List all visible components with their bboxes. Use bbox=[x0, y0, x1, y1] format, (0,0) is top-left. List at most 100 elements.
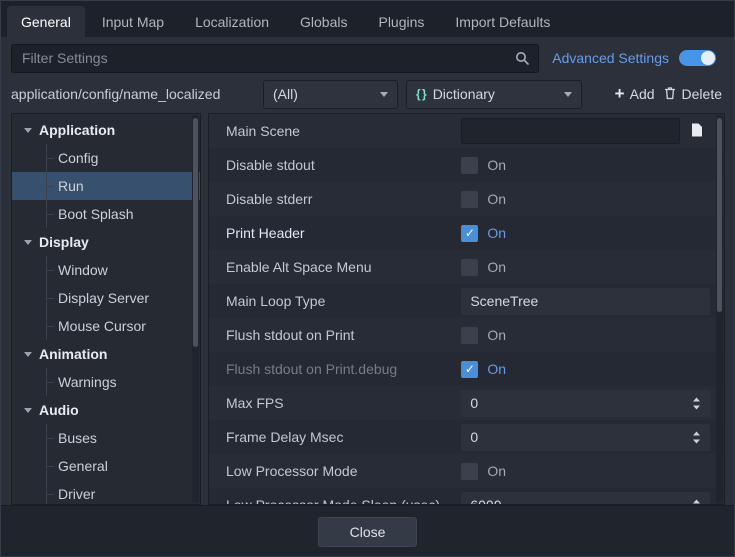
text-field[interactable]: SceneTree bbox=[461, 288, 710, 315]
number-field[interactable]: 0 bbox=[461, 424, 710, 451]
checkbox[interactable] bbox=[461, 327, 478, 344]
tree-item-general[interactable]: General bbox=[12, 452, 200, 480]
advanced-settings-label: Advanced Settings bbox=[552, 50, 669, 66]
tree-item-display-server[interactable]: Display Server bbox=[12, 284, 200, 312]
tree-item-animation[interactable]: Animation bbox=[12, 340, 200, 368]
file-icon bbox=[691, 123, 703, 140]
spinner-updown-icon[interactable] bbox=[692, 431, 701, 444]
on-label[interactable]: On bbox=[487, 327, 506, 343]
chevron-expanded-icon[interactable] bbox=[24, 240, 32, 245]
setting-value: On bbox=[461, 225, 724, 242]
checkbox[interactable] bbox=[461, 225, 478, 242]
tree-item-label: Display Server bbox=[58, 290, 149, 306]
setting-row-disable-stdout: Disable stdoutOn bbox=[209, 148, 724, 182]
tree-item-application[interactable]: Application bbox=[12, 116, 200, 144]
type-value: Dictionary bbox=[433, 86, 557, 102]
tree-item-label: Config bbox=[58, 150, 98, 166]
tab-globals[interactable]: Globals bbox=[286, 6, 361, 37]
settings-panel: Main SceneDisable stdoutOnDisable stderr… bbox=[208, 113, 725, 505]
tree-item-label: Audio bbox=[39, 402, 79, 418]
filter-settings-input[interactable] bbox=[12, 50, 515, 66]
setting-label: Main Loop Type bbox=[209, 293, 461, 309]
settings-scrollbar[interactable] bbox=[716, 115, 723, 503]
spinner-updown-icon[interactable] bbox=[692, 499, 701, 506]
close-button[interactable]: Close bbox=[318, 517, 418, 547]
tree-scrollbar-thumb[interactable] bbox=[193, 118, 198, 347]
spinner-updown-icon[interactable] bbox=[692, 397, 701, 410]
tree-item-buses[interactable]: Buses bbox=[12, 424, 200, 452]
on-label[interactable]: On bbox=[487, 259, 506, 275]
checkbox[interactable] bbox=[461, 157, 478, 174]
on-label[interactable]: On bbox=[487, 191, 506, 207]
setting-value: 0 bbox=[461, 390, 724, 417]
tree-item-label: Display bbox=[39, 234, 89, 250]
tree-item-run[interactable]: Run bbox=[12, 172, 200, 200]
delete-property-button[interactable]: Delete bbox=[663, 86, 722, 103]
tree-item-label: Animation bbox=[39, 346, 107, 362]
tree-item-config[interactable]: Config bbox=[12, 144, 200, 172]
feature-filter-dropdown[interactable]: (All) bbox=[263, 80, 398, 109]
tree-item-display[interactable]: Display bbox=[12, 228, 200, 256]
tab-import-defaults[interactable]: Import Defaults bbox=[441, 6, 564, 37]
search-icon bbox=[515, 51, 529, 65]
number-field[interactable]: 0 bbox=[461, 390, 710, 417]
tree-scrollbar[interactable] bbox=[192, 115, 199, 503]
setting-row-frame-delay-msec: Frame Delay Msec 0 bbox=[209, 420, 724, 454]
setting-label: Print Header bbox=[209, 225, 461, 241]
on-label[interactable]: On bbox=[487, 463, 506, 479]
setting-value: On bbox=[461, 259, 724, 276]
tree-item-label: General bbox=[58, 458, 108, 474]
tab-general[interactable]: General bbox=[7, 6, 85, 37]
chevron-expanded-icon[interactable] bbox=[24, 408, 32, 413]
chevron-expanded-icon[interactable] bbox=[24, 352, 32, 357]
checkbox[interactable] bbox=[461, 463, 478, 480]
setting-label: Frame Delay Msec bbox=[209, 429, 461, 445]
checkbox[interactable] bbox=[461, 361, 478, 378]
tree-item-audio[interactable]: Audio bbox=[12, 396, 200, 424]
tree-item-label: Mouse Cursor bbox=[58, 318, 146, 334]
add-button-label: Add bbox=[630, 86, 655, 102]
main-scene-input[interactable] bbox=[461, 118, 680, 144]
setting-label: Enable Alt Space Menu bbox=[209, 259, 461, 275]
setting-value: On bbox=[461, 327, 724, 344]
on-label[interactable]: On bbox=[487, 225, 506, 241]
tab-plugins[interactable]: Plugins bbox=[364, 6, 438, 37]
chevron-expanded-icon[interactable] bbox=[24, 128, 32, 133]
tab-localization[interactable]: Localization bbox=[181, 6, 283, 37]
tree-item-driver[interactable]: Driver bbox=[12, 480, 200, 505]
trash-icon bbox=[663, 86, 677, 103]
type-dropdown[interactable]: { } Dictionary bbox=[406, 80, 582, 109]
setting-label: Flush stdout on Print.debug bbox=[209, 361, 461, 377]
setting-row-print-header: Print Header On bbox=[209, 216, 724, 250]
setting-row-main-scene: Main Scene bbox=[209, 114, 724, 148]
tree-item-window[interactable]: Window bbox=[12, 256, 200, 284]
setting-label: Flush stdout on Print bbox=[209, 327, 461, 343]
checkbox[interactable] bbox=[461, 259, 478, 276]
load-file-button[interactable] bbox=[684, 118, 710, 144]
advanced-settings-toggle[interactable] bbox=[679, 50, 716, 66]
number-field[interactable]: 6000 bbox=[461, 492, 710, 506]
setting-label: Disable stderr bbox=[209, 191, 461, 207]
on-label[interactable]: On bbox=[487, 157, 506, 173]
tree-item-label: Warnings bbox=[58, 374, 117, 390]
project-settings-window: GeneralInput MapLocalizationGlobalsPlugi… bbox=[0, 0, 735, 557]
tree-item-label: Window bbox=[58, 262, 108, 278]
settings-scrollbar-thumb[interactable] bbox=[717, 118, 722, 312]
tree-item-warnings[interactable]: Warnings bbox=[12, 368, 200, 396]
add-property-button[interactable]: + Add bbox=[615, 86, 655, 102]
tree-item-label: Buses bbox=[58, 430, 97, 446]
setting-row-enable-alt-space-menu: Enable Alt Space Menu On bbox=[209, 250, 724, 284]
tree-item-mouse-cursor[interactable]: Mouse Cursor bbox=[12, 312, 200, 340]
setting-row-max-fps: Max FPS0 bbox=[209, 386, 724, 420]
setting-value: On bbox=[461, 361, 724, 378]
delete-button-label: Delete bbox=[682, 86, 722, 102]
tree-item-boot-splash[interactable]: Boot Splash bbox=[12, 200, 200, 228]
setting-row-disable-stderr: Disable stderr On bbox=[209, 182, 724, 216]
number-value: 0 bbox=[470, 429, 478, 445]
on-label[interactable]: On bbox=[487, 361, 506, 377]
footer: Close bbox=[1, 505, 734, 557]
tab-input-map[interactable]: Input Map bbox=[88, 6, 178, 37]
checkbox[interactable] bbox=[461, 191, 478, 208]
property-bar: application/config/name_localized (All) … bbox=[1, 79, 734, 113]
setting-label: Max FPS bbox=[209, 395, 461, 411]
